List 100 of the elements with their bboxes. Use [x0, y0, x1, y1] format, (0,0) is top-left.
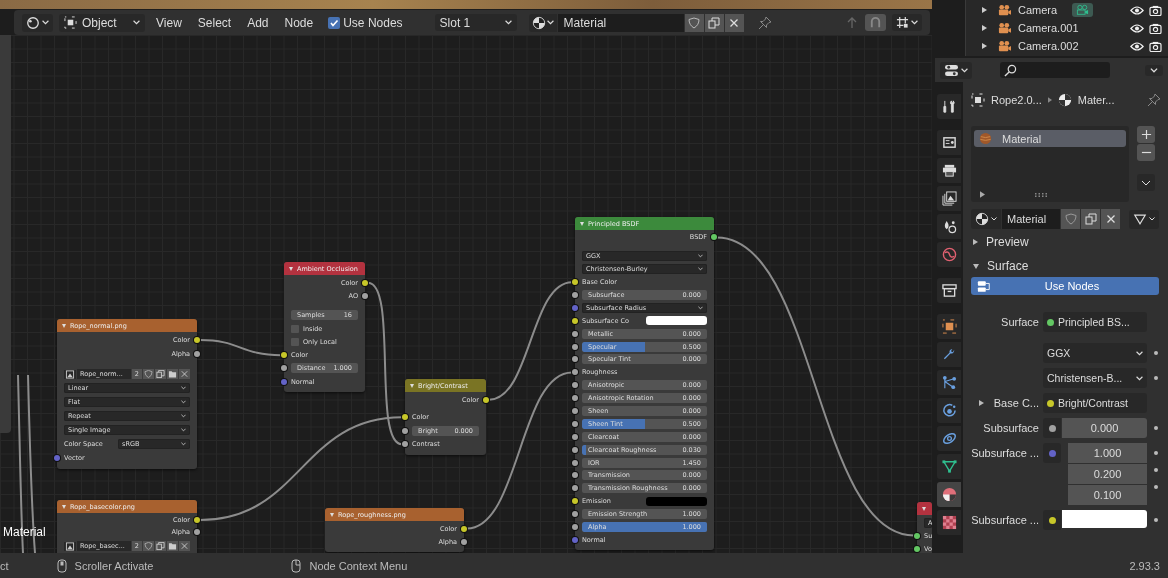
input-socket[interactable] — [914, 545, 920, 552]
camera-object-icon[interactable] — [997, 3, 1012, 17]
snap-mode-dropdown[interactable] — [892, 14, 922, 31]
add-slot-button[interactable] — [1137, 126, 1155, 143]
object-name[interactable]: Camera.001 — [1018, 22, 1079, 34]
expand-icon[interactable] — [982, 25, 987, 31]
menu-item[interactable]: Select — [192, 15, 237, 30]
object-name[interactable]: Camera — [1018, 4, 1058, 16]
socket-link-button[interactable]: Bright/Contrast — [1043, 393, 1147, 413]
editor-type-button[interactable] — [22, 13, 53, 32]
input-socket[interactable] — [54, 455, 60, 461]
output-socket[interactable] — [461, 538, 467, 545]
mode-dropdown[interactable]: Object — [59, 13, 145, 32]
output-socket[interactable] — [461, 525, 467, 532]
editor-type-button[interactable] — [940, 61, 972, 79]
number-field[interactable]: 0.000 — [1062, 418, 1147, 438]
material-slot[interactable]: Material — [974, 130, 1126, 147]
input-socket[interactable] — [572, 292, 578, 298]
input-socket[interactable] — [572, 485, 578, 492]
material-name-field[interactable]: Material — [1002, 209, 1060, 229]
options-dropdown[interactable] — [1145, 64, 1163, 76]
shield-icon[interactable] — [143, 369, 154, 379]
remove-slot-button[interactable] — [1137, 144, 1155, 161]
collapse-icon[interactable] — [330, 512, 334, 517]
keyframe-dot-icon[interactable] — [1154, 426, 1158, 430]
keyframe-dot-icon[interactable] — [1154, 376, 1158, 380]
output-socket[interactable] — [711, 234, 717, 241]
expand-icon[interactable] — [980, 191, 985, 198]
color-swatch[interactable] — [1062, 510, 1147, 528]
search-field[interactable] — [1000, 62, 1110, 78]
input-socket[interactable] — [572, 279, 578, 286]
menu-item[interactable]: Node — [279, 15, 319, 30]
expand-icon[interactable] — [978, 400, 984, 406]
expand-icon[interactable] — [982, 7, 987, 13]
input-socket[interactable] — [281, 378, 287, 385]
input-socket[interactable] — [914, 532, 920, 539]
constraints-tab[interactable] — [937, 426, 961, 451]
number-field[interactable]: 0.200 — [1068, 464, 1147, 484]
collapse-icon[interactable] — [922, 506, 926, 511]
node-header[interactable] — [917, 502, 932, 515]
input-socket[interactable] — [572, 356, 578, 363]
output-socket[interactable] — [194, 351, 200, 357]
keyframe-dot-icon[interactable] — [1154, 451, 1158, 455]
view-layer-tab[interactable] — [937, 186, 961, 211]
duplicate-button[interactable] — [704, 13, 724, 32]
keyframe-dot-icon[interactable] — [1154, 351, 1158, 355]
camera-data-icon[interactable] — [1072, 3, 1094, 17]
socket-button[interactable] — [1043, 418, 1061, 438]
material-name-field[interactable]: Material — [557, 13, 684, 32]
folder-icon[interactable] — [167, 369, 178, 379]
keyframe-dot-icon[interactable] — [1154, 485, 1158, 489]
dropdown[interactable]: Christensen-B... — [1043, 368, 1147, 388]
output-socket[interactable] — [194, 529, 200, 535]
input-socket[interactable] — [572, 498, 578, 505]
input-socket[interactable] — [402, 414, 408, 421]
data-tab[interactable] — [937, 454, 961, 479]
input-socket[interactable] — [572, 536, 578, 543]
snap-button[interactable] — [865, 14, 886, 31]
input-socket[interactable] — [402, 427, 408, 434]
image-icon[interactable] — [64, 369, 76, 379]
world-tab[interactable] — [937, 242, 961, 267]
modifiers-tab[interactable] — [937, 342, 961, 367]
object-name[interactable]: Camera.002 — [1018, 40, 1079, 52]
input-socket[interactable] — [572, 304, 578, 311]
node-tree-dropdown[interactable] — [1129, 209, 1159, 229]
output-tab[interactable] — [937, 158, 961, 183]
tool-tab[interactable] — [937, 94, 961, 119]
render-camera-icon[interactable] — [1149, 40, 1162, 52]
input-socket[interactable] — [572, 459, 578, 466]
duplicate-button[interactable] — [1081, 209, 1100, 229]
shader-node[interactable] — [575, 217, 714, 551]
fake-user-button[interactable] — [684, 13, 704, 32]
duplicate-icon[interactable] — [155, 541, 166, 551]
duplicate-icon[interactable] — [155, 369, 166, 379]
menu-item[interactable]: Add — [242, 15, 274, 30]
slot-menu-button[interactable] — [1137, 174, 1155, 191]
panel-header[interactable]: Surface — [971, 255, 1161, 277]
texture-tab[interactable] — [937, 510, 961, 535]
collapse-icon[interactable] — [580, 221, 584, 226]
eye-icon[interactable] — [1130, 4, 1144, 16]
input-socket[interactable] — [281, 365, 287, 372]
collapse-icon[interactable] — [289, 266, 293, 271]
use-nodes-button[interactable]: Use Nodes — [971, 277, 1159, 295]
eye-icon[interactable] — [1130, 40, 1144, 52]
dropdown[interactable]: GGX — [1043, 343, 1147, 363]
input-socket[interactable] — [572, 369, 578, 376]
expand-icon[interactable] — [982, 43, 987, 49]
color-swatch[interactable] — [646, 496, 707, 506]
render-tab[interactable] — [937, 130, 961, 155]
render-camera-icon[interactable] — [1149, 4, 1162, 16]
output-socket[interactable] — [362, 292, 368, 299]
panel-header[interactable]: Preview — [971, 231, 1161, 253]
collapse-icon[interactable] — [62, 504, 66, 509]
menu-item[interactable]: View — [151, 15, 187, 30]
folder-icon[interactable] — [167, 541, 178, 551]
unlink-button[interactable] — [724, 13, 744, 32]
physics-tab[interactable] — [937, 398, 961, 423]
input-socket[interactable] — [572, 343, 578, 350]
keyframe-dot-icon[interactable] — [1154, 518, 1158, 522]
output-socket[interactable] — [194, 337, 200, 343]
